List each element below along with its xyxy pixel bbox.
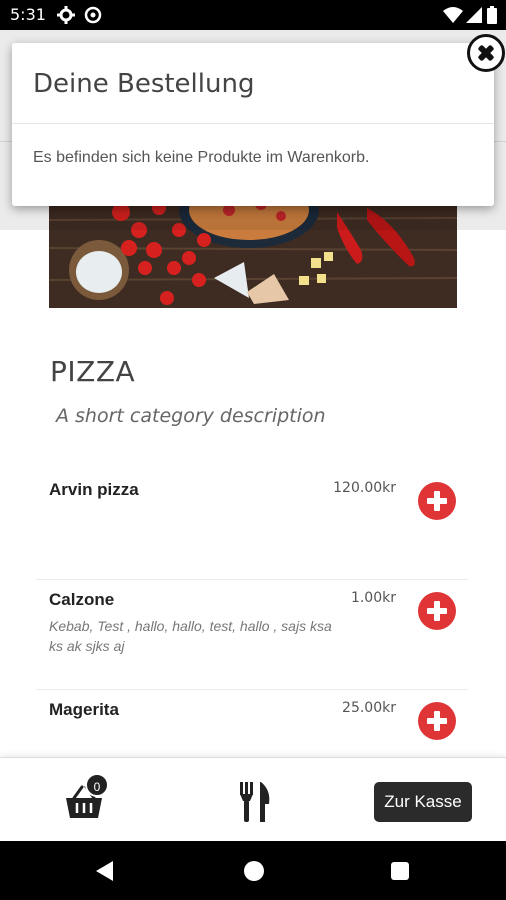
home-icon[interactable]: [244, 861, 264, 881]
status-time: 5:31: [10, 5, 46, 24]
status-bar: 5:31: [0, 0, 506, 30]
empty-cart-message: Es befinden sich keine Produkte im Waren…: [33, 149, 370, 166]
product-row[interactable]: Calzone Kebab, Test , hallo, hallo, test…: [36, 580, 468, 690]
add-to-cart-button[interactable]: [418, 702, 456, 740]
gear-icon: [57, 6, 75, 24]
close-icon[interactable]: [467, 34, 505, 72]
product-price: 25.00kr: [342, 700, 396, 716]
category-title: PIZZA: [50, 355, 136, 388]
system-nav-bar: [0, 841, 506, 900]
bottom-toolbar: 0 Zur Kasse: [0, 757, 506, 841]
add-to-cart-button[interactable]: [418, 482, 456, 520]
product-name: Magerita: [49, 700, 119, 719]
fork-knife-icon[interactable]: [238, 782, 272, 822]
sync-icon: [84, 6, 102, 24]
recent-apps-icon[interactable]: [391, 862, 409, 880]
product-price: 120.00kr: [333, 480, 396, 496]
order-dialog: Deine Bestellung Es befinden sich keine …: [12, 43, 494, 206]
back-icon[interactable]: [96, 861, 113, 881]
cart-count-badge: 0: [85, 773, 109, 797]
add-to-cart-button[interactable]: [418, 592, 456, 630]
battery-icon: [487, 6, 497, 24]
checkout-button[interactable]: Zur Kasse: [374, 782, 472, 822]
dialog-title: Deine Bestellung: [33, 69, 255, 99]
wifi-icon: [443, 7, 463, 23]
product-name: Calzone: [49, 590, 115, 609]
product-name: Arvin pizza: [49, 480, 139, 499]
product-description: Kebab, Test , hallo, hallo, test, hallo …: [49, 618, 332, 654]
cell-signal-icon: [466, 7, 482, 23]
category-description: A short category description: [56, 405, 326, 427]
product-row[interactable]: Arvin pizza 120.00kr: [36, 470, 468, 580]
dialog-divider: [12, 123, 494, 124]
product-price: 1.00kr: [350, 590, 396, 606]
